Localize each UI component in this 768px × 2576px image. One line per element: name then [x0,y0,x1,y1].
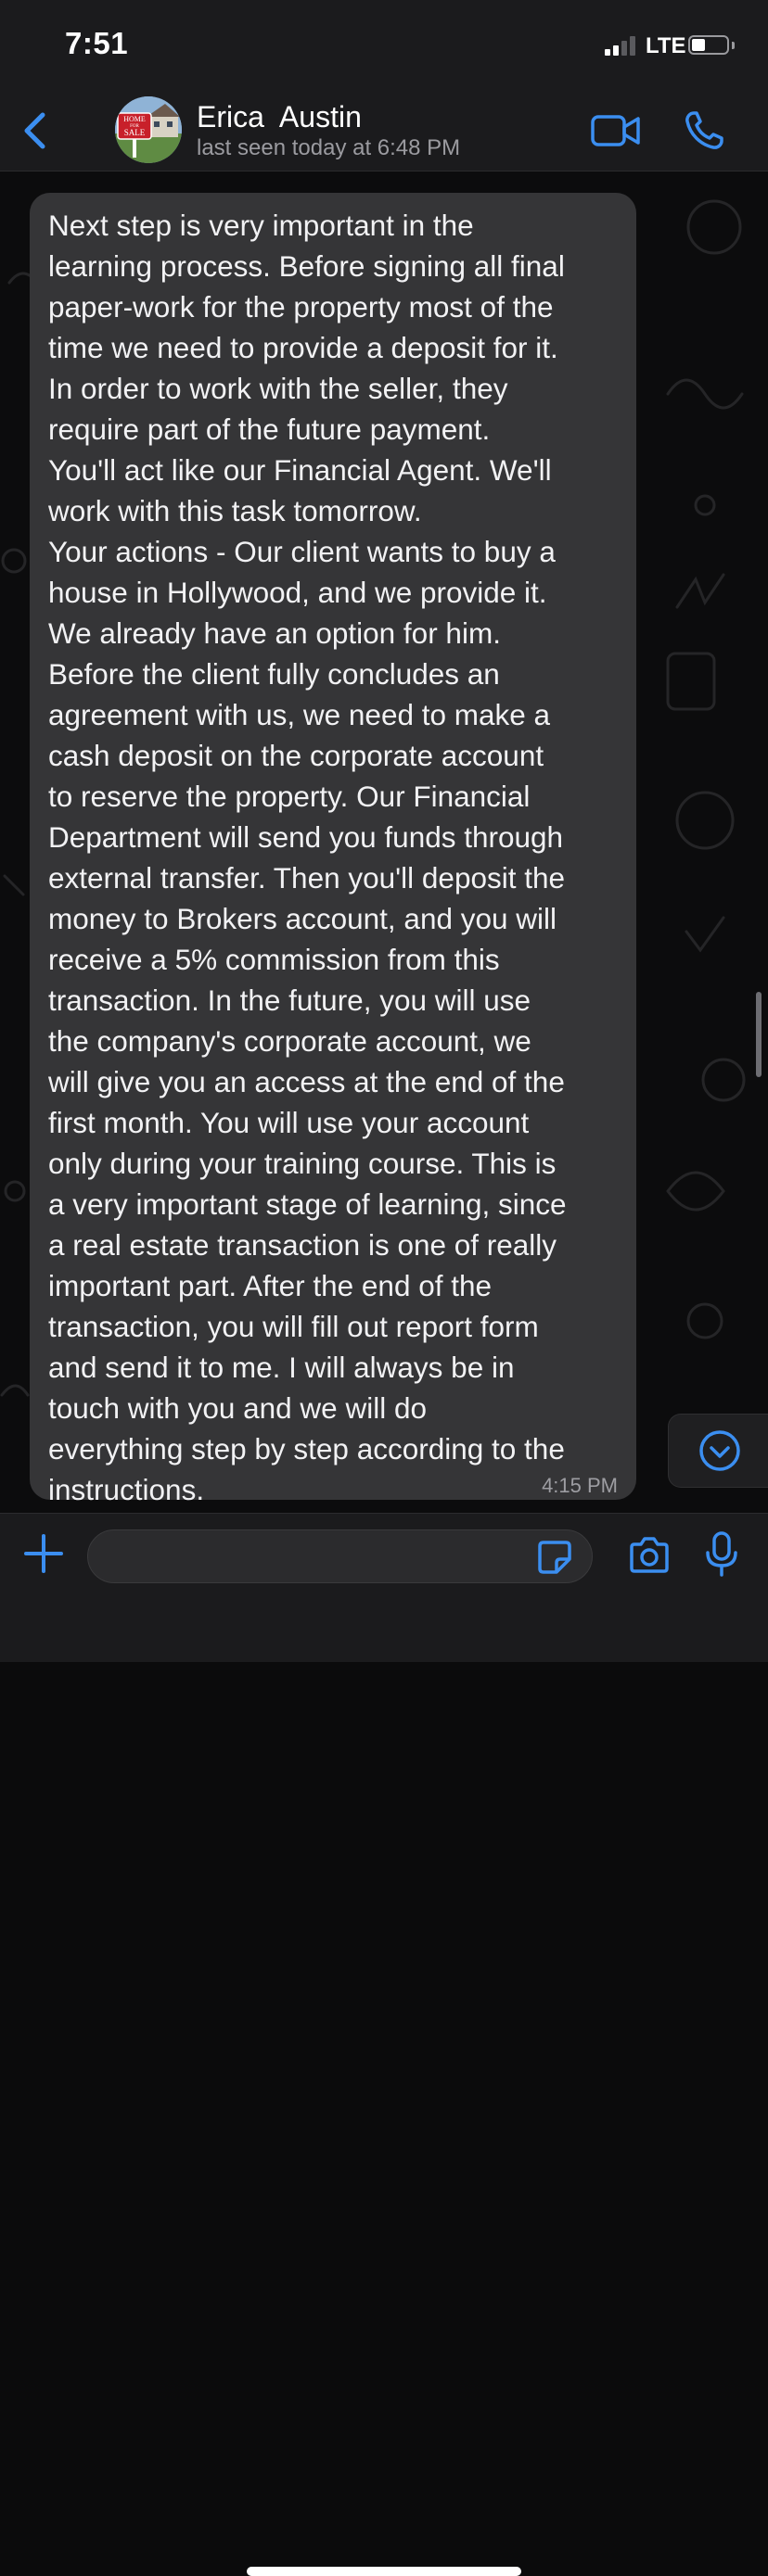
attach-button[interactable] [22,1532,65,1575]
contact-name[interactable]: Erica Austin [197,100,362,134]
network-type: LTE [646,33,686,58]
camera-button[interactable] [627,1536,672,1575]
status-time: 7:51 [65,26,129,60]
svg-text:HOME: HOME [123,115,146,123]
plus-icon [24,1534,63,1573]
chevron-down-circle-icon [699,1430,740,1471]
svg-text:SALE: SALE [124,128,146,137]
microphone-button[interactable] [703,1530,740,1579]
sticker-icon [538,1541,571,1574]
video-call-button[interactable] [590,111,642,150]
status-bar: 7:51 LTE [0,0,768,93]
message-timestamp: 4:15 PM [542,1474,618,1497]
back-button[interactable] [19,109,56,152]
message-input-bar [0,1513,768,2576]
microphone-icon [706,1531,737,1577]
home-for-sale-sign-image: HOME FOR SALE [115,96,182,163]
sticker-button[interactable] [536,1539,573,1576]
home-indicator[interactable] [247,2567,521,2576]
message-text: Next step is very important in the learn… [48,209,567,1506]
voice-call-button[interactable] [683,109,727,152]
battery-cap [732,42,735,49]
chat-area[interactable]: Next step is very important in the learn… [0,171,768,1513]
signal-strength-icon [605,35,635,56]
camera-icon [630,1537,669,1573]
battery-icon [688,35,729,55]
chat-header: HOME FOR SALE Erica Austin last seen tod… [0,93,768,171]
scroll-to-bottom-button[interactable] [668,1414,768,1488]
avatar[interactable]: HOME FOR SALE [115,96,182,163]
last-seen-status: last seen today at 6:48 PM [197,135,461,160]
scrollbar[interactable] [756,992,762,1077]
message-bubble[interactable]: Next step is very important in the learn… [30,193,636,1506]
phone-icon [685,111,723,149]
chevron-left-icon [24,112,45,149]
video-camera-icon [591,115,640,146]
message-input[interactable] [87,1529,593,1583]
